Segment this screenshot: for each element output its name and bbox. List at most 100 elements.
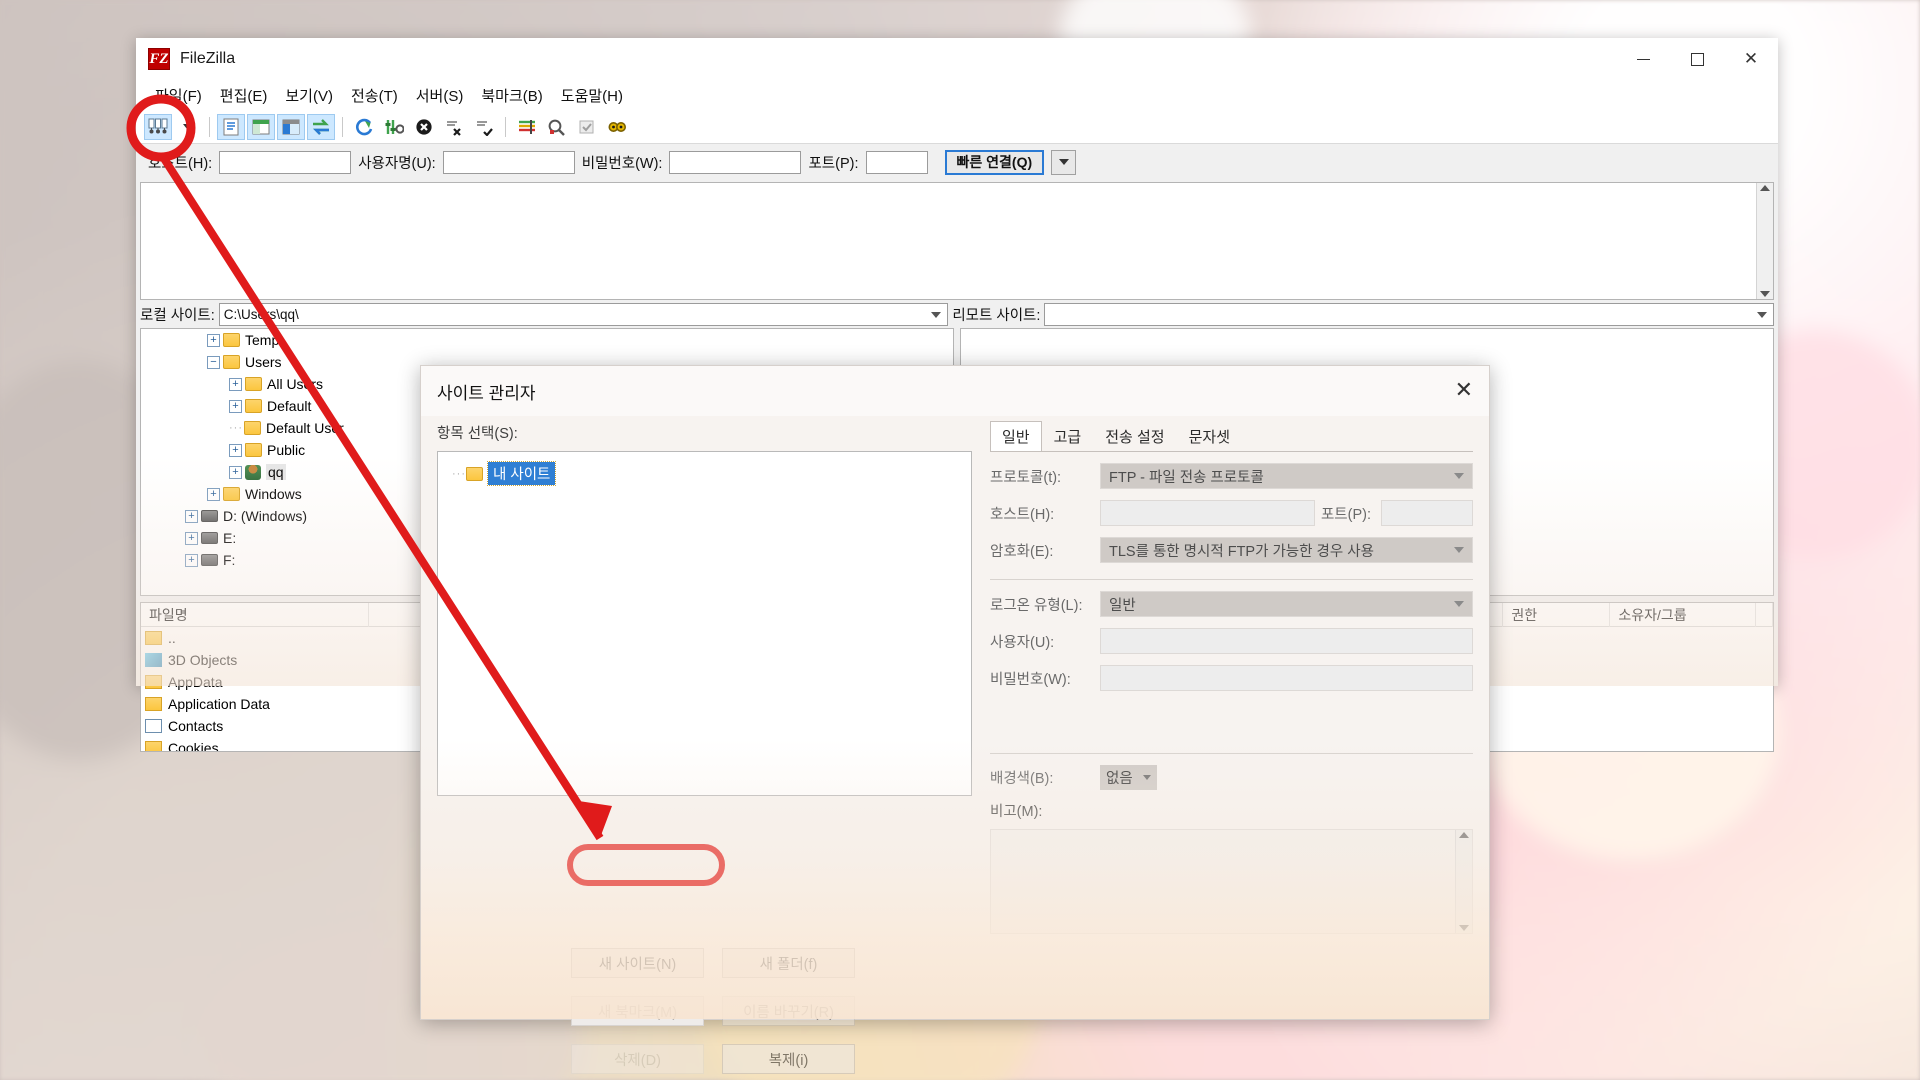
toggle-local-tree-icon[interactable]: [247, 113, 275, 140]
expand-icon[interactable]: +: [229, 399, 242, 413]
close-window-button[interactable]: ✕: [1724, 38, 1778, 80]
expand-icon[interactable]: +: [185, 531, 198, 545]
quickconnect-password-input[interactable]: [669, 150, 802, 174]
collapse-icon[interactable]: −: [207, 355, 220, 369]
dialog-port-input[interactable]: [1381, 500, 1473, 526]
expand-icon[interactable]: +: [207, 333, 220, 347]
tab-transfer-settings[interactable]: 전송 설정: [1093, 421, 1176, 451]
encryption-row: 암호화(E): TLS를 통한 명시적 FTP가 가능한 경우 사용: [990, 537, 1473, 563]
process-queue-icon[interactable]: [380, 114, 408, 140]
tree-item-temp[interactable]: + Temp: [141, 329, 953, 351]
expand-icon[interactable]: +: [229, 465, 242, 479]
dialog-title-bar: 사이트 관리자 ✕: [421, 366, 1489, 416]
app-title: FileZilla: [180, 50, 236, 67]
menu-item-view[interactable]: 보기(V): [276, 83, 342, 108]
dialog-user-input[interactable]: [1100, 628, 1473, 654]
site-manager-icon[interactable]: [144, 113, 172, 140]
dialog-right-column: 일반 고급 전송 설정 문자셋 프로토콜(t): FTP - 파일 전송 프로토…: [972, 421, 1473, 934]
expand-icon[interactable]: +: [229, 377, 242, 391]
quickconnect-port-label: 포트(P):: [808, 155, 859, 172]
new-site-button[interactable]: 새 사이트(N): [571, 948, 704, 978]
logon-type-label: 로그온 유형(L):: [990, 597, 1083, 614]
expand-icon[interactable]: +: [185, 553, 198, 567]
synchronized-browsing-icon[interactable]: [573, 114, 601, 140]
menu-item-edit[interactable]: 편집(E): [211, 83, 277, 108]
background-color-value: 없음: [1106, 771, 1133, 787]
site-entry-row[interactable]: ···· 내 사이트: [438, 461, 971, 486]
tab-general[interactable]: 일반: [990, 421, 1042, 451]
menu-item-transfer[interactable]: 전송(T): [342, 83, 407, 108]
remote-site-path-combo[interactable]: [1044, 303, 1774, 326]
column-header-permissions[interactable]: 권한: [1503, 603, 1611, 627]
site-entry-name[interactable]: 내 사이트: [486, 461, 557, 486]
refresh-icon[interactable]: [350, 114, 378, 140]
column-header-owner-group[interactable]: 소유자/그룹: [1610, 603, 1756, 627]
toggle-remote-tree-icon[interactable]: [277, 113, 305, 140]
menu-item-file[interactable]: 파일(F): [146, 83, 211, 108]
chevron-down-icon: [1454, 601, 1464, 607]
protocol-select[interactable]: FTP - 파일 전송 프로토콜: [1100, 463, 1473, 489]
cancel-operation-icon[interactable]: [410, 114, 438, 140]
menu-item-bookmarks[interactable]: 북마크(B): [472, 83, 551, 108]
folder-up-icon: [145, 631, 162, 645]
chevron-down-icon: [1757, 312, 1767, 318]
tree-line-icon: ····: [452, 467, 471, 480]
user-folder-icon: [245, 464, 261, 480]
reconnect-icon[interactable]: [470, 114, 498, 140]
quickconnect-username-input[interactable]: [442, 150, 575, 174]
menu-item-help[interactable]: 도움말(H): [552, 83, 632, 108]
scroll-up-icon[interactable]: [1459, 832, 1469, 838]
encryption-select[interactable]: TLS를 통한 명시적 FTP가 가능한 경우 사용: [1100, 537, 1473, 563]
expand-icon[interactable]: +: [229, 443, 242, 457]
scroll-down-icon[interactable]: [1459, 925, 1469, 931]
message-log-scrollbar[interactable]: [1756, 183, 1773, 299]
menu-bar: 파일(F) 편집(E) 보기(V) 전송(T) 서버(S) 북마크(B) 도움말…: [136, 80, 1778, 110]
new-folder-button[interactable]: 새 폴더(f): [722, 948, 855, 978]
scroll-down-icon[interactable]: [1760, 291, 1770, 297]
chevron-down-icon: [1454, 473, 1464, 479]
chevron-down-icon: [1058, 159, 1069, 165]
quickconnect-user-label: 사용자명(U):: [358, 155, 436, 172]
tab-advanced[interactable]: 고급: [1042, 421, 1094, 451]
dialog-footer-buttons: 연결(C) 확인(O) 취소: [421, 1074, 1489, 1080]
notes-label: 비고(M):: [990, 804, 1043, 820]
disconnect-icon[interactable]: [440, 114, 468, 140]
tab-charset[interactable]: 문자셋: [1177, 421, 1242, 451]
rename-button[interactable]: 이름 바꾸기(R): [722, 996, 855, 1026]
folder-icon: [145, 675, 162, 689]
filter-icon[interactable]: [513, 114, 541, 140]
notes-scrollbar[interactable]: [1455, 830, 1472, 933]
quickconnect-port-input[interactable]: [865, 150, 928, 174]
file-name: Contacts: [168, 718, 224, 734]
search-remote-files-icon[interactable]: [603, 114, 631, 140]
compare-directories-icon[interactable]: [543, 114, 571, 140]
dialog-host-input[interactable]: [1100, 500, 1315, 526]
column-header-filename[interactable]: 파일명: [141, 603, 369, 627]
quick-connect-button[interactable]: 빠른 연결(Q): [944, 149, 1045, 175]
dialog-close-button[interactable]: ✕: [1455, 379, 1473, 401]
quick-connect-history-dropdown[interactable]: [1051, 149, 1077, 175]
expand-icon[interactable]: +: [207, 487, 220, 501]
toggle-message-log-icon[interactable]: [217, 113, 245, 140]
background-color-select[interactable]: 없음: [1100, 765, 1157, 790]
menu-item-server[interactable]: 서버(S): [407, 83, 473, 108]
quickconnect-password-label: 비밀번호(W):: [581, 155, 663, 172]
drive-icon: [201, 554, 218, 566]
expand-icon[interactable]: +: [185, 509, 198, 523]
quickconnect-host-input[interactable]: [219, 150, 352, 174]
dialog-password-input[interactable]: [1100, 665, 1473, 691]
title-bar: FZ FileZilla ✕: [136, 38, 1778, 80]
duplicate-button[interactable]: 복제(i): [722, 1044, 855, 1074]
maximize-button[interactable]: [1670, 38, 1724, 80]
local-site-path-combo[interactable]: C:\Users\qq\: [218, 303, 949, 326]
background-color-label: 배경색(B):: [990, 771, 1054, 787]
scroll-up-icon[interactable]: [1760, 185, 1770, 191]
site-entry-tree[interactable]: ···· 내 사이트: [437, 451, 972, 796]
notes-textarea[interactable]: [990, 829, 1473, 934]
dropdown-arrow-icon[interactable]: [174, 114, 202, 140]
local-site-label: 로컬 사이트:: [140, 308, 215, 324]
new-bookmark-button: 새 북마크(M): [571, 996, 704, 1026]
logon-type-select[interactable]: 일반: [1100, 591, 1473, 617]
toggle-transfer-queue-icon[interactable]: [307, 113, 335, 140]
minimize-button[interactable]: [1616, 38, 1670, 80]
